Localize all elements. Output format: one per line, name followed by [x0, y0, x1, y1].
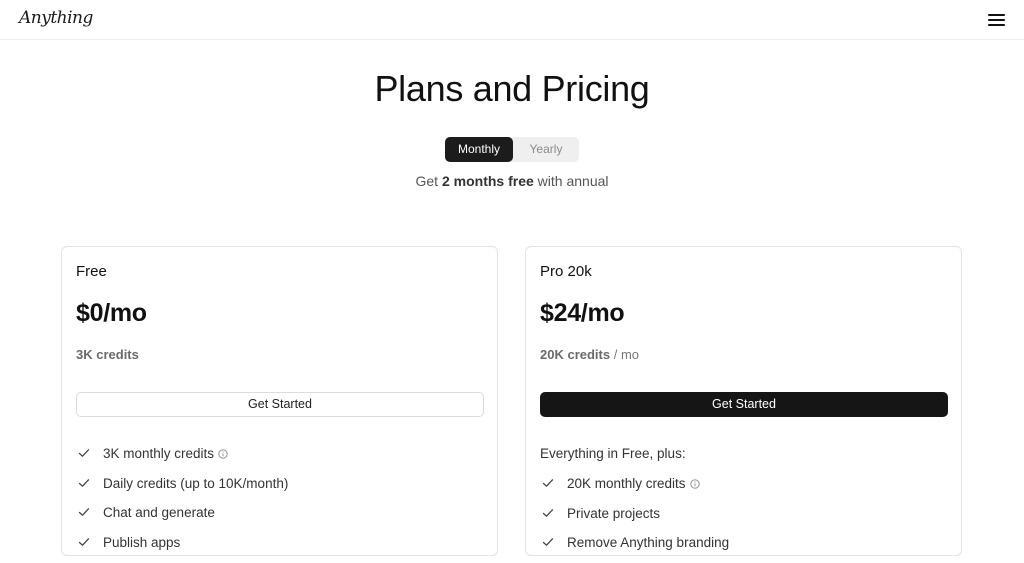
check-icon [78, 537, 90, 546]
plan-credits-period: / mo [613, 347, 640, 362]
plan-card-pro-20k: Pro 20k $24/mo 20K credits / mo Get Star… [525, 246, 962, 556]
plan-credits-amount: 20K credits [540, 347, 611, 362]
feature-item: 3K monthly credits [76, 444, 288, 474]
check-icon [542, 479, 554, 487]
feature-item: Daily credits (up to 10K/month) [76, 474, 288, 504]
plan-price: $24/mo [540, 299, 625, 327]
feature-text: Chat and generate [103, 505, 215, 520]
anything-logo[interactable]: Anything [19, 8, 93, 28]
info-icon[interactable] [218, 449, 228, 459]
plan-credits: 3K credits [76, 347, 139, 362]
feature-text: 20K monthly credits [567, 476, 686, 491]
feature-item: Remove Anything branding [540, 533, 729, 563]
feature-item: Publish apps [76, 533, 288, 563]
check-icon [78, 449, 90, 457]
page-title: Plans and Pricing [374, 68, 650, 109]
plan-price: $0/mo [76, 299, 147, 327]
feature-text: Publish apps [103, 534, 181, 550]
get-started-button-free[interactable]: Get Started [76, 392, 484, 417]
feature-item: Private projects [540, 504, 729, 534]
plan-credits: 20K credits / mo [540, 347, 639, 362]
info-icon[interactable] [689, 479, 700, 489]
billing-period-toggle: Monthly Yearly [445, 137, 579, 162]
check-icon [78, 508, 90, 516]
annual-note-suffix: with annual [533, 173, 609, 189]
feature-text: 3K monthly credits [103, 446, 215, 461]
annual-note-highlight: 2 months free [441, 173, 534, 189]
plan-name: Pro 20k [540, 263, 592, 280]
feature-item: 20K monthly credits [540, 474, 729, 504]
toggle-yearly[interactable]: Yearly [513, 137, 579, 162]
feature-item: Chat and generate [76, 503, 288, 533]
annual-discount-note: Get 2 months free with annual [0, 173, 1024, 189]
menu-line [988, 24, 1005, 26]
menu-line [988, 19, 1005, 21]
plan-name: Free [76, 263, 107, 280]
get-started-button-pro[interactable]: Get Started [540, 392, 948, 417]
feature-text: Private projects [567, 505, 661, 521]
plan-card-free: Free $0/mo 3K credits Get Started 3K mon… [61, 246, 498, 556]
feature-text: Daily credits (up to 10K/month) [103, 475, 289, 491]
check-icon [78, 478, 90, 487]
plan-credits-amount: 3K credits [76, 347, 139, 362]
feature-list: 3K monthly credits Daily credits (up to … [76, 444, 288, 562]
toggle-monthly[interactable]: Monthly [445, 137, 513, 162]
top-navigation-bar: Anything [0, 0, 1024, 40]
check-icon [542, 508, 554, 517]
features-intro: Everything in Free, plus: [540, 446, 686, 461]
hamburger-menu-icon[interactable] [986, 11, 1006, 29]
feature-list: 20K monthly credits Private projects Rem… [540, 474, 729, 563]
annual-note-prefix: Get [415, 173, 442, 189]
feature-text: Remove Anything branding [567, 535, 730, 550]
menu-line [988, 14, 1005, 16]
